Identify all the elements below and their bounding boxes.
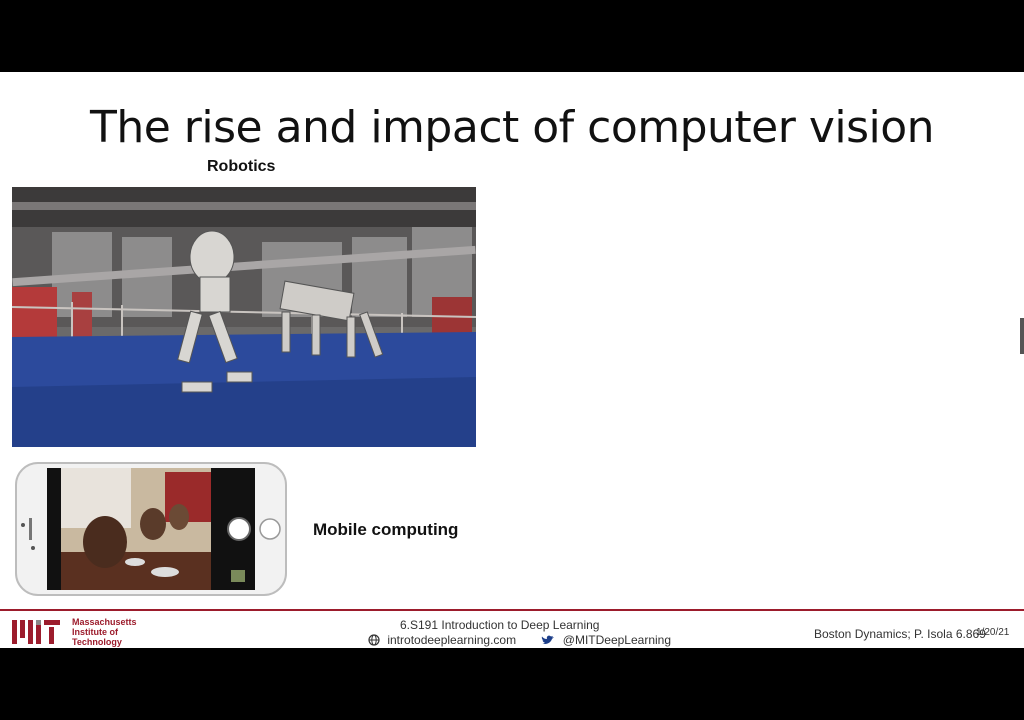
slide-date: 1/20/21 [976,627,1010,638]
website-link[interactable]: introtodeeplearning.com [387,633,516,647]
footer-links: introtodeeplearning.com @MITDeepLearning [368,632,671,647]
globe-icon [368,634,380,646]
home-button-icon [259,518,281,540]
course-title: 6.S191 Introduction to Deep Learning [400,618,600,632]
footer-divider [0,609,1024,611]
institution-name: Massachusetts Institute of Technology [72,617,137,647]
mit-logo [12,620,60,644]
mobile-phone-image [15,462,287,596]
edge-marker [1020,318,1024,354]
camera-shutter-icon [227,517,251,541]
twitter-handle[interactable]: @MITDeepLearning [563,633,671,647]
slide: The rise and impact of computer vision R… [0,72,1024,648]
robotics-video-image [12,187,476,447]
robotics-label: Robotics [207,158,276,175]
twitter-bird-icon [542,635,555,644]
slide-title: The rise and impact of computer vision [89,102,935,153]
image-credit: Boston Dynamics; P. Isola 6.869 [814,627,986,641]
mobile-computing-label: Mobile computing [313,520,459,539]
